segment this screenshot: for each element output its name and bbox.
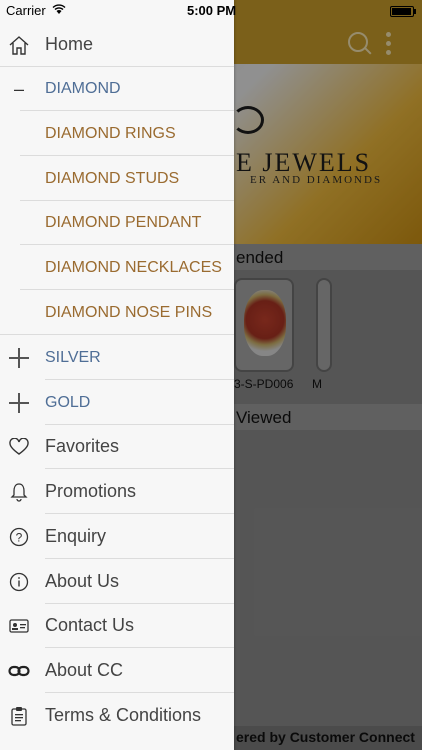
menu-item-home[interactable]: Home [0, 22, 234, 67]
info-icon [8, 571, 30, 593]
menu-item-about-cc[interactable]: About CC [0, 648, 234, 693]
menu-item-label: Home [45, 34, 94, 54]
menu-subitem-diamond-nose-pins[interactable]: DIAMOND NOSE PINS [0, 290, 234, 335]
menu-item-label: GOLD [45, 394, 91, 411]
link-icon [8, 660, 30, 682]
menu-subitem-diamond-rings[interactable]: DIAMOND RINGS [0, 111, 234, 156]
menu-item-label: SILVER [45, 349, 101, 366]
minus-icon: – [13, 78, 24, 99]
menu-item-label: About CC [45, 660, 124, 680]
navigation-drawer: Home – DIAMOND DIAMOND RINGS DIAMOND STU… [0, 0, 234, 750]
menu-item-label: DIAMOND PENDANT [45, 214, 202, 231]
menu-item-label: Terms & Conditions [45, 705, 202, 725]
contact-card-icon [8, 615, 30, 637]
menu-category-silver[interactable]: SILVER [0, 335, 234, 380]
wifi-icon [52, 4, 66, 14]
menu-item-label: DIAMOND NOSE PINS [45, 304, 213, 321]
menu-item-label: DIAMOND STUDS [45, 170, 180, 187]
menu-item-contact-us[interactable]: Contact Us [0, 603, 234, 648]
menu-item-about-us[interactable]: About Us [0, 559, 234, 604]
menu-subitem-diamond-necklaces[interactable]: DIAMOND NECKLACES [0, 245, 234, 290]
plus-icon [8, 347, 30, 369]
clock: 5:00 PM [187, 3, 237, 18]
menu-item-enquiry[interactable]: ? Enquiry [0, 514, 234, 559]
battery-icon [390, 6, 416, 17]
menu-subitem-diamond-pendant[interactable]: DIAMOND PENDANT [0, 200, 234, 245]
menu-item-label: DIAMOND NECKLACES [45, 259, 222, 276]
menu-item-favorites[interactable]: Favorites [0, 424, 234, 469]
home-icon [8, 34, 30, 56]
menu-subitem-diamond-studs[interactable]: DIAMOND STUDS [0, 156, 234, 201]
clipboard-icon [8, 705, 30, 727]
heart-icon [8, 436, 30, 458]
plus-icon [8, 392, 30, 414]
menu-item-label: About Us [45, 571, 120, 591]
menu-item-terms[interactable]: Terms & Conditions [0, 693, 234, 738]
menu-item-label: Favorites [45, 436, 120, 456]
menu-item-label: DIAMOND [45, 80, 121, 97]
menu-item-promotions[interactable]: Promotions [0, 469, 234, 514]
menu-item-label: DIAMOND RINGS [45, 125, 176, 142]
status-bar: Carrier 5:00 PM [0, 0, 422, 22]
menu-category-gold[interactable]: GOLD [0, 380, 234, 425]
svg-text:?: ? [16, 531, 23, 545]
bell-icon [8, 481, 30, 503]
carrier-label: Carrier [6, 3, 46, 18]
menu-category-diamond[interactable]: – DIAMOND [0, 66, 234, 111]
menu-item-label: Promotions [45, 481, 137, 501]
question-icon: ? [8, 526, 30, 548]
menu-item-label: Contact Us [45, 615, 135, 635]
menu-item-label: Enquiry [45, 526, 107, 546]
